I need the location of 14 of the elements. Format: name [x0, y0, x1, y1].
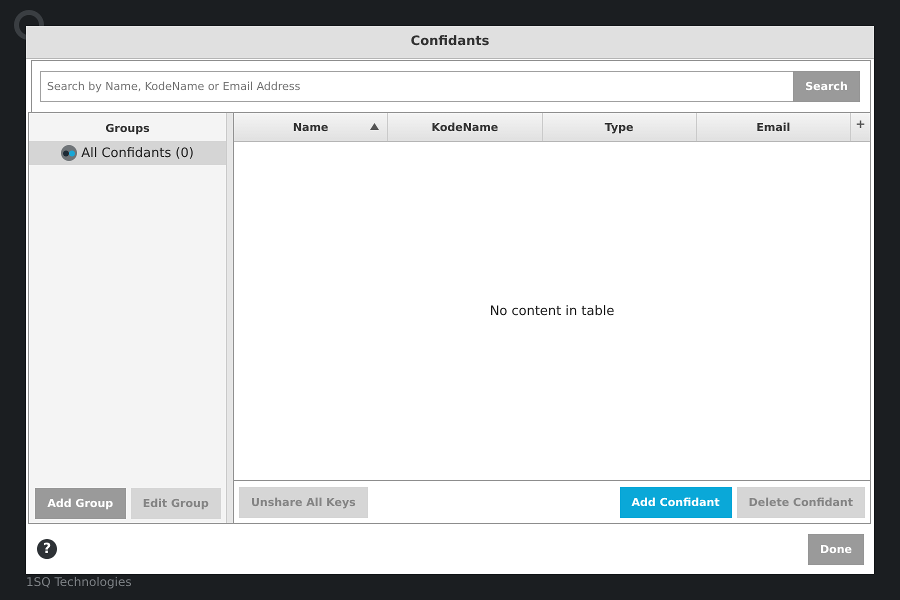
- add-column-button[interactable]: +: [851, 113, 870, 141]
- search-field[interactable]: Search by Name, KodeName or Email Address: [40, 71, 793, 102]
- empty-message: No content in table: [490, 304, 614, 318]
- column-header[interactable]: Email: [696, 113, 851, 141]
- help-icon[interactable]: ?: [37, 539, 57, 559]
- column-header[interactable]: Name: [234, 113, 388, 141]
- people-icon: [61, 145, 78, 161]
- splitter[interactable]: [226, 113, 234, 523]
- column-header[interactable]: KodeName: [388, 113, 542, 141]
- group-item[interactable]: All Confidants (0): [29, 141, 226, 165]
- company-name: 1SQ Technologies: [26, 575, 132, 589]
- column-header[interactable]: Type: [542, 113, 697, 141]
- groups-heading: Groups: [104, 121, 151, 137]
- dialog-title: Confidants: [26, 26, 874, 59]
